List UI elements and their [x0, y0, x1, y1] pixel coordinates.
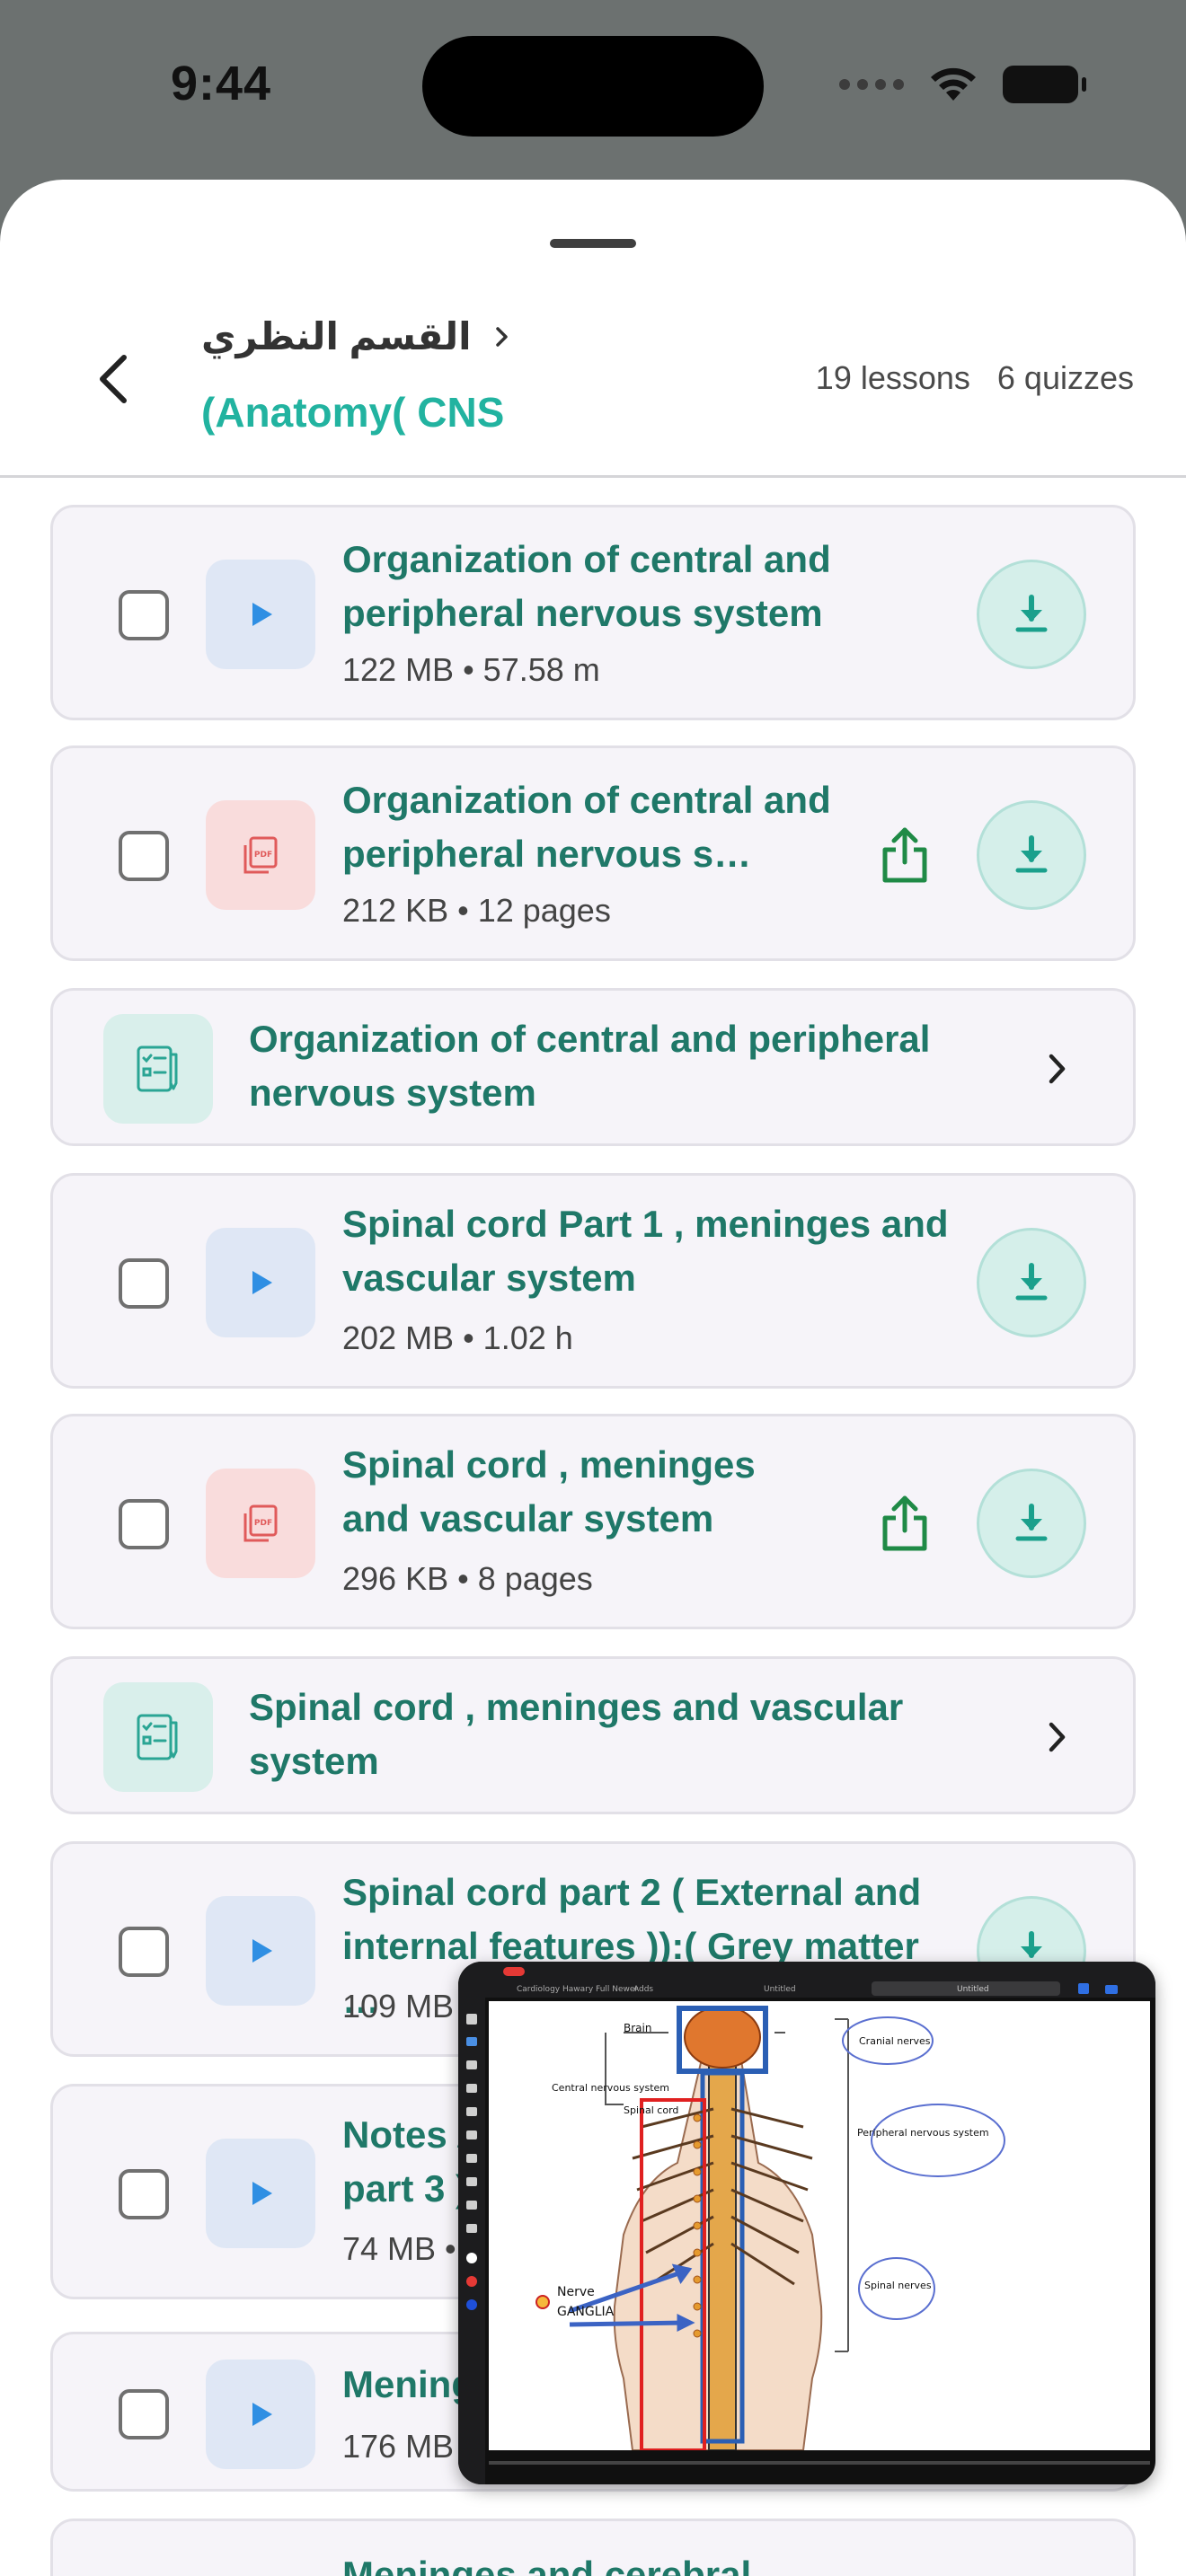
- status-time: 9:44: [171, 57, 272, 110]
- download-icon: [1015, 1504, 1048, 1541]
- select-checkbox[interactable]: [119, 2389, 169, 2439]
- play-icon: [252, 1271, 272, 1294]
- play-icon: [252, 603, 272, 626]
- select-checkbox[interactable]: [119, 1927, 169, 1977]
- download-button[interactable]: [977, 800, 1086, 910]
- pip-label-spinal-nerves: Spinal nerves: [864, 2280, 932, 2291]
- pdf-thumb: PDF: [206, 1469, 315, 1578]
- item-title: Organization of central and peripheral n…: [249, 1018, 931, 1114]
- select-checkbox[interactable]: [119, 1499, 169, 1549]
- select-checkbox[interactable]: [119, 831, 169, 881]
- pip-label-brain: Brain: [624, 2022, 651, 2034]
- item-title: Spinal cord , meninges and vascular syst…: [249, 1686, 904, 1782]
- share-button[interactable]: [872, 818, 937, 890]
- play-icon: [252, 2182, 272, 2205]
- play-icon: [252, 2403, 272, 2426]
- pip-label-spinal-cord: Spinal cord: [624, 2104, 678, 2116]
- download-icon: [1015, 1263, 1048, 1301]
- status-bar: 9:44: [0, 0, 1186, 180]
- item-meta: 202 MB • 1.02 h: [342, 1319, 573, 1356]
- pdf-thumb: PDF: [206, 800, 315, 910]
- svg-text:PDF: PDF: [254, 851, 272, 860]
- list-item[interactable]: Organization of central and peripheral n…: [50, 988, 1136, 1146]
- item-meta: 296 KB • 8 pages: [342, 1560, 593, 1597]
- item-title: Organization of central and peripheral n…: [342, 538, 831, 634]
- svg-text:PDF: PDF: [254, 1519, 272, 1528]
- download-button[interactable]: [977, 560, 1086, 669]
- video-thumb: [206, 560, 315, 669]
- share-icon: [882, 1495, 927, 1551]
- item-title: Meninges and cerebral: [342, 2554, 752, 2576]
- dynamic-island: [422, 36, 764, 137]
- pip-label-cranial: Cranial nerves: [859, 2035, 931, 2047]
- pip-tab-title: Cardiology Hawary Full Newer: [517, 1985, 638, 1994]
- play-icon: [252, 1939, 272, 1963]
- pdf-icon: PDF: [243, 1504, 278, 1542]
- item-title: Organization of central and peripheral n…: [342, 779, 831, 875]
- video-thumb: [206, 1228, 315, 1337]
- pip-anatomy-diagram: Brain Central nervous system Spinal cord…: [489, 2001, 1150, 2452]
- back-button[interactable]: [86, 350, 144, 408]
- list-item[interactable]: PDF Organization of central and peripher…: [50, 745, 1136, 961]
- breadcrumb-parent[interactable]: القسم النظري: [201, 314, 472, 358]
- quiz-thumb: [103, 1014, 213, 1124]
- pdf-icon: PDF: [243, 836, 278, 874]
- pip-label-cns: Central nervous system: [552, 2082, 669, 2094]
- course-counts: 19 lessons 6 quizzes: [816, 359, 1134, 397]
- item-meta: 74 MB •: [342, 2230, 456, 2267]
- pip-label-ganglia: GANGLIA: [557, 2305, 615, 2319]
- list-item[interactable]: Organization of central and peripheral n…: [50, 505, 1136, 720]
- download-icon: [1015, 835, 1048, 873]
- video-thumb: [206, 2360, 315, 2469]
- list-item[interactable]: Meninges and cerebral: [50, 2519, 1136, 2576]
- pip-progress-bar[interactable]: [489, 2461, 1150, 2465]
- item-title: Spinal cord , meninges and vascular syst…: [342, 1443, 756, 1539]
- item-meta: 212 KB • 12 pages: [342, 892, 611, 929]
- battery-icon: [1003, 66, 1086, 103]
- list-item[interactable]: PDF Spinal cord , meninges and vascular …: [50, 1414, 1136, 1629]
- pip-tab-untitled: Untitled: [764, 1985, 796, 1994]
- signal-dots-icon: [839, 79, 904, 90]
- chevron-right-icon[interactable]: [1040, 1715, 1075, 1760]
- status-icons: [839, 65, 1086, 104]
- video-thumb: [206, 2139, 315, 2248]
- item-meta: 176 MB: [342, 2428, 455, 2465]
- select-checkbox[interactable]: [119, 590, 169, 640]
- list-item[interactable]: Spinal cord , meninges and vascular syst…: [50, 1656, 1136, 1814]
- pip-label-pns: Peripheral nervous system: [857, 2127, 989, 2139]
- share-button[interactable]: [872, 1486, 937, 1558]
- chevron-right-icon[interactable]: [1040, 1046, 1075, 1091]
- pip-video-overlay[interactable]: Cardiology Hawary Full Newer Adds Untitl…: [458, 1962, 1155, 2484]
- wifi-icon: [931, 67, 976, 101]
- download-icon: [1015, 595, 1048, 632]
- pip-tab-adds: Adds: [633, 1985, 653, 1994]
- item-meta: 122 MB • 57.58 m: [342, 651, 600, 688]
- download-button[interactable]: [977, 1228, 1086, 1337]
- pip-label-nerve: Nerve: [557, 2285, 595, 2299]
- download-button[interactable]: [977, 1469, 1086, 1578]
- quiz-icon: [137, 1714, 178, 1760]
- select-checkbox[interactable]: [119, 1258, 169, 1309]
- select-checkbox[interactable]: [119, 2169, 169, 2219]
- quiz-thumb: [103, 1682, 213, 1792]
- share-icon: [882, 827, 927, 883]
- item-title: Spinal cord Part 1 , meninges and vascul…: [342, 1203, 949, 1299]
- sheet-grabber[interactable]: [550, 239, 636, 248]
- breadcrumb: القسم النظري: [201, 314, 515, 358]
- page-title: (Anatomy( CNS: [201, 389, 505, 436]
- quizzes-count: 6 quizzes: [996, 359, 1134, 396]
- list-item[interactable]: Spinal cord Part 1 , meninges and vascul…: [50, 1173, 1136, 1389]
- pip-tab-untitled-2: Untitled: [957, 1985, 989, 1994]
- lessons-count: 19 lessons: [815, 359, 970, 396]
- item-meta: 109 MB: [342, 1988, 455, 2025]
- pip-drawing-toolbar: [458, 1998, 485, 2484]
- chevron-right-icon: [495, 326, 508, 347]
- pip-tab-bar: Cardiology Hawary Full Newer Adds Untitl…: [458, 1962, 1155, 1998]
- quiz-icon: [137, 1045, 178, 1092]
- video-thumb: [206, 1896, 315, 2006]
